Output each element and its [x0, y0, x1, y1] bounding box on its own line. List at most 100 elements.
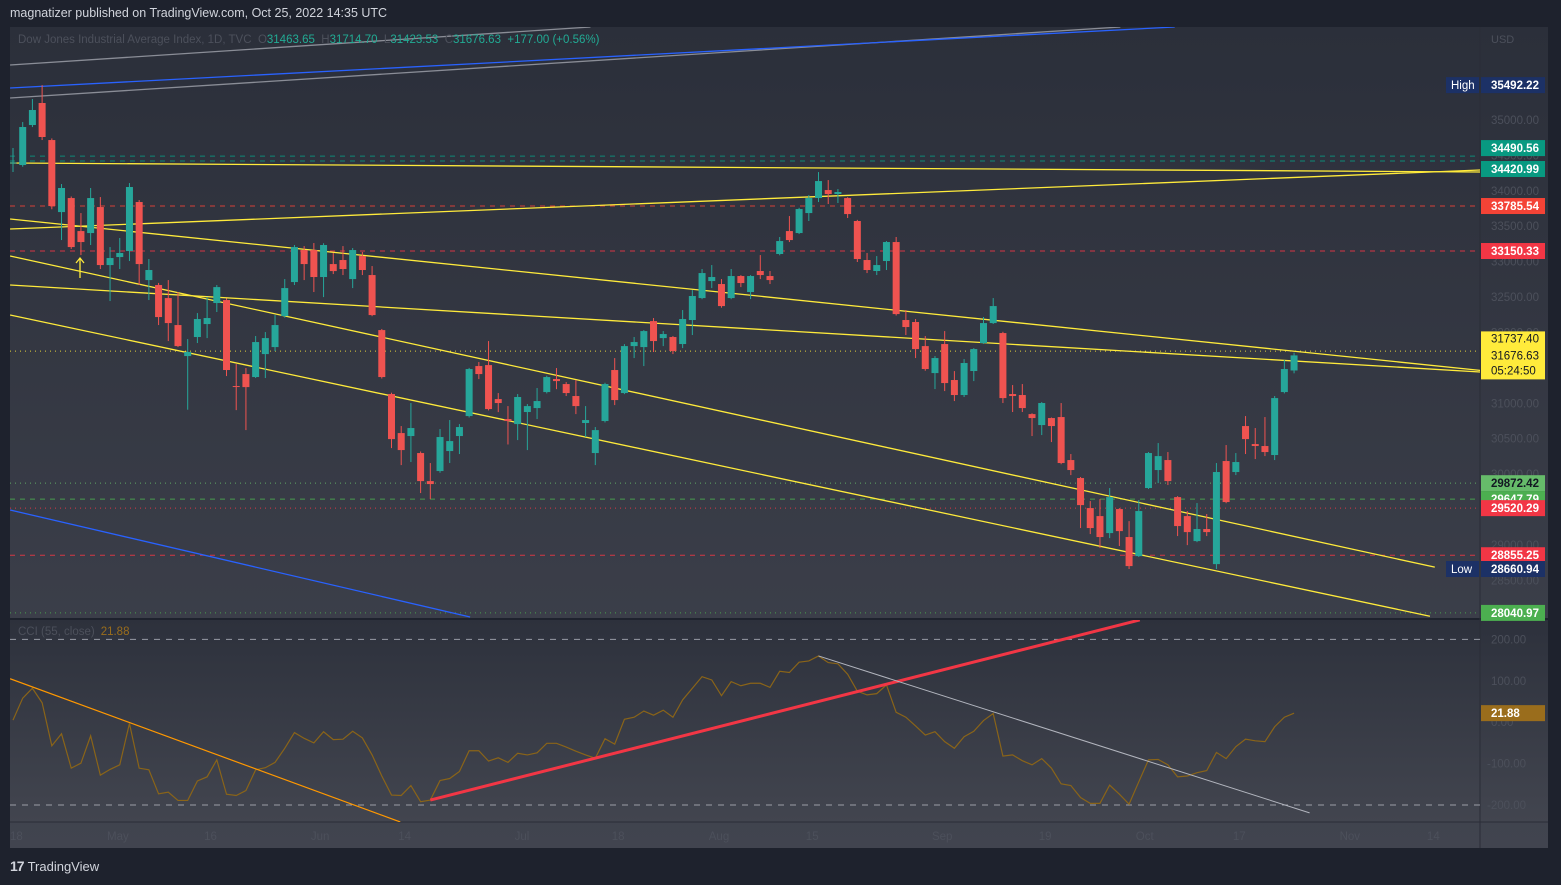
candle-body	[873, 265, 881, 272]
candle-body	[368, 275, 376, 316]
time-tick-label: 19	[1039, 831, 1052, 843]
candle-body	[96, 207, 104, 266]
candle-body	[1047, 418, 1055, 427]
time-tick-label: Nov	[1340, 831, 1361, 843]
candle-body	[1232, 462, 1240, 473]
candle-body	[640, 331, 648, 348]
cci-legend[interactable]: CCI (55, close) 21.88	[18, 626, 129, 638]
candle-body	[407, 428, 415, 437]
price-line-label: 31737.40	[1491, 333, 1539, 345]
currency-label[interactable]: USD	[1491, 34, 1514, 46]
time-tick-label: Oct	[1136, 831, 1155, 843]
candle	[223, 298, 231, 377]
price-line-label: 34420.99	[1491, 164, 1539, 176]
candle-body	[1077, 478, 1085, 506]
candle-body	[824, 190, 832, 195]
candle	[378, 328, 386, 379]
candle	[853, 219, 861, 263]
price-line-label: 29520.29	[1491, 503, 1539, 515]
candle-body	[504, 419, 512, 422]
candle-body	[514, 397, 522, 425]
candle-body	[135, 202, 143, 265]
candle-body	[1096, 516, 1104, 538]
candle-body	[921, 346, 929, 370]
high_marker-label: 35492.22	[1491, 80, 1539, 92]
high-value: 31714.70	[329, 34, 378, 46]
candle-body	[785, 231, 793, 241]
price-tick-label: 30500.00	[1491, 434, 1539, 446]
candle-body	[999, 333, 1007, 399]
current-price-label: 31676.63	[1491, 350, 1539, 362]
candle-body	[562, 384, 570, 394]
candle-body	[795, 209, 803, 234]
candle-body	[980, 323, 987, 344]
open-value: 31463.65	[266, 34, 315, 46]
candle-body	[1086, 508, 1094, 529]
tradingview-logo-icon: 17	[10, 858, 25, 874]
candle-body	[174, 325, 182, 347]
candle-body	[844, 198, 852, 215]
cci-value-label: 21.88	[1491, 708, 1520, 720]
candle-body	[329, 264, 337, 272]
candle	[48, 138, 56, 210]
price-line-label: 28855.25	[1491, 550, 1540, 562]
candle-body	[1271, 398, 1279, 456]
candle-body	[698, 273, 706, 299]
candle-body	[950, 380, 958, 396]
cci-value: 21.88	[100, 626, 130, 638]
candle-body	[10, 162, 17, 164]
symbol-legend[interactable]: Dow Jones Industrial Average Index, 1D, …	[18, 34, 599, 46]
candle	[620, 344, 628, 395]
candle-body	[766, 276, 774, 281]
candle	[67, 196, 75, 249]
candle-body	[882, 242, 890, 262]
candle-body	[155, 285, 163, 318]
time-tick-label: 18	[10, 831, 23, 843]
candle-body	[261, 338, 269, 355]
candle-body	[1164, 460, 1172, 482]
candle-body	[1251, 444, 1259, 447]
time-tick-label: 14	[398, 831, 411, 843]
candle-body	[543, 377, 551, 393]
symbol-title: Dow Jones Industrial Average Index, 1D, …	[18, 34, 252, 46]
candle	[1212, 463, 1220, 569]
time-tick-label: Jul	[515, 831, 530, 843]
candle-body	[931, 358, 939, 374]
low-value: 31423.53	[390, 34, 439, 46]
candle-body	[1242, 426, 1250, 440]
candle-body	[242, 374, 250, 388]
candle-body	[203, 318, 211, 325]
candle-body	[1106, 497, 1114, 534]
candle-body	[523, 406, 531, 413]
time-tick-label: 17	[1233, 831, 1246, 843]
high-label: H	[321, 34, 330, 46]
publish-info: magnatizer published on TradingView.com,…	[10, 6, 388, 20]
candle-body	[1009, 394, 1017, 397]
candle-body	[572, 396, 580, 407]
candle	[601, 382, 609, 423]
candle	[465, 367, 473, 418]
cci-title: CCI (55, close)	[18, 626, 95, 638]
candle-body	[436, 437, 444, 472]
candle-body	[941, 344, 949, 384]
candle-body	[805, 198, 813, 214]
candle-body	[310, 250, 318, 278]
candle-body	[290, 247, 298, 283]
candle-body	[611, 370, 619, 401]
candle-body	[834, 192, 842, 195]
chart-canvas[interactable]: 35500.0035000.0034500.0034000.0033500.00…	[0, 0, 1561, 885]
candle-body	[1212, 472, 1220, 565]
candle-body	[320, 245, 328, 278]
candle	[892, 237, 900, 316]
candle-body	[727, 276, 735, 299]
candle-body	[1183, 516, 1191, 533]
low_marker-label: 28660.94	[1491, 564, 1540, 576]
cci-tick-label: 200.00	[1491, 634, 1526, 646]
candle-body	[1028, 414, 1036, 419]
price-tick-label: 35000.00	[1491, 115, 1539, 127]
tradingview-footer[interactable]: 17 TradingView	[10, 858, 99, 874]
candle-body	[494, 399, 502, 404]
price-line-label: 33150.33	[1491, 246, 1539, 258]
candle-body	[1290, 355, 1298, 371]
price-line-label: 29872.42	[1491, 478, 1539, 490]
